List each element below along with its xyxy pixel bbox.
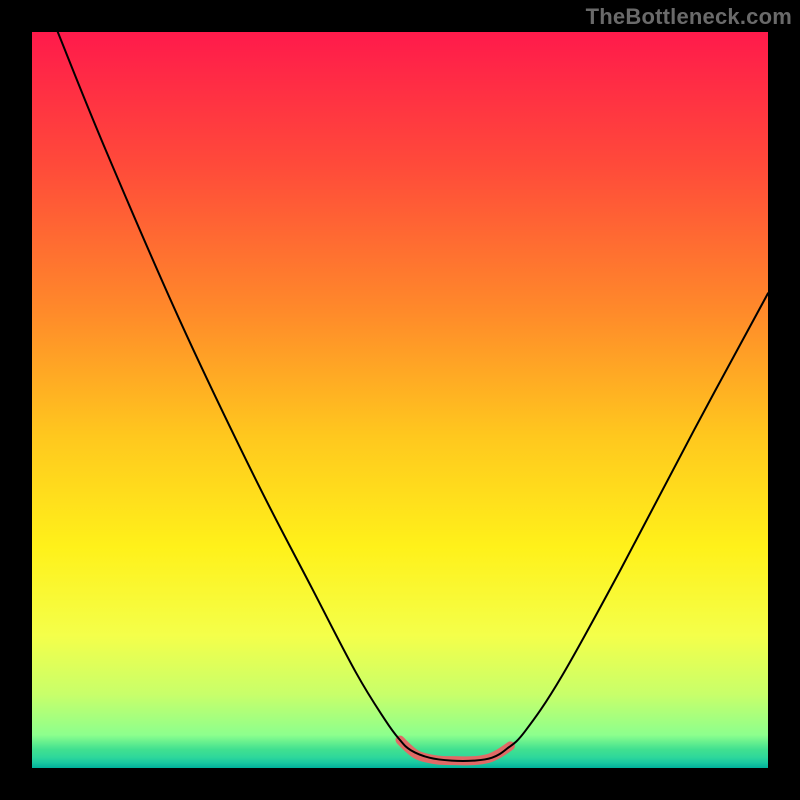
brand-watermark: TheBottleneck.com	[586, 4, 792, 30]
bottleneck-curve-path	[58, 32, 768, 761]
chart-curves	[32, 32, 768, 768]
chart-frame: TheBottleneck.com	[0, 0, 800, 800]
chart-plot-area	[32, 32, 768, 768]
